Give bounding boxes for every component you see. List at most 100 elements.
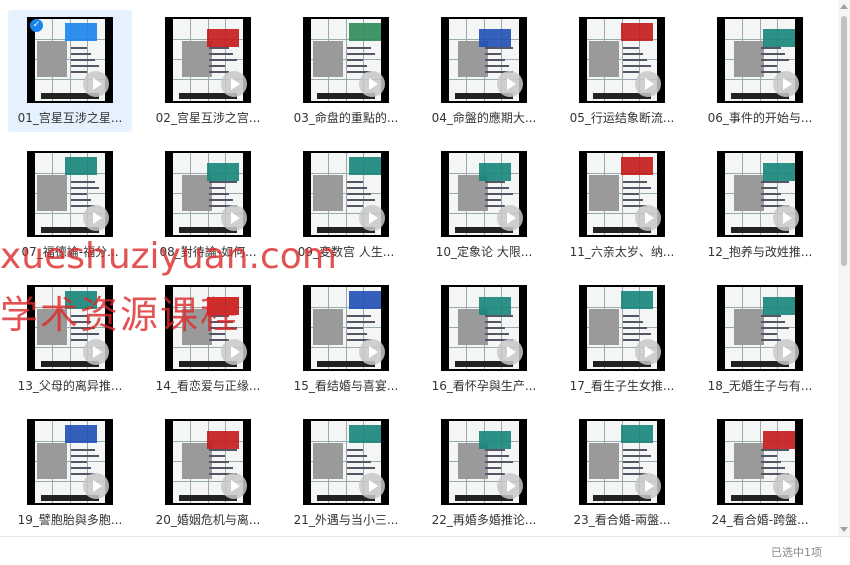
video-thumbnail[interactable] <box>27 285 113 371</box>
file-name-label: 04_命盤的應期大... <box>431 111 537 125</box>
play-icon[interactable] <box>497 339 523 365</box>
play-icon[interactable] <box>221 71 247 97</box>
play-icon[interactable] <box>83 205 109 231</box>
file-name-label: 10_定象论 大限... <box>435 245 533 259</box>
play-icon[interactable] <box>83 339 109 365</box>
video-thumbnail[interactable] <box>717 419 803 505</box>
video-thumbnail[interactable] <box>441 285 527 371</box>
play-icon[interactable] <box>359 71 385 97</box>
file-name-label: 17_看生子生女推... <box>569 379 675 393</box>
video-thumbnail[interactable] <box>579 419 665 505</box>
file-name-label: 20_婚姻危机与离... <box>155 513 261 527</box>
file-name-label: 16_看怀孕與生产... <box>431 379 537 393</box>
video-thumbnail[interactable] <box>579 151 665 237</box>
video-thumbnail[interactable] <box>303 17 389 103</box>
video-thumbnail[interactable] <box>579 17 665 103</box>
file-item[interactable]: 10_定象论 大限... <box>422 144 546 266</box>
scroll-up-arrow-icon[interactable] <box>840 4 848 9</box>
video-thumbnail[interactable] <box>441 419 527 505</box>
file-item[interactable]: 05_行运结象断流... <box>560 10 684 132</box>
file-item[interactable]: 24_看合婚-跨盤... <box>698 412 822 534</box>
file-name-label: 21_外遇与当小三... <box>293 513 399 527</box>
file-item[interactable]: 08_對待論-如何... <box>146 144 270 266</box>
video-thumbnail[interactable] <box>165 419 251 505</box>
file-name-label: 07_福德論-福分... <box>21 245 119 259</box>
play-icon[interactable] <box>773 473 799 499</box>
video-thumbnail[interactable] <box>27 419 113 505</box>
play-icon[interactable] <box>635 339 661 365</box>
vertical-scrollbar[interactable] <box>838 0 850 536</box>
file-item[interactable]: 16_看怀孕與生产... <box>422 278 546 400</box>
file-item[interactable]: 07_福德論-福分... <box>8 144 132 266</box>
play-icon[interactable] <box>635 205 661 231</box>
play-icon[interactable] <box>359 339 385 365</box>
video-thumbnail[interactable] <box>441 151 527 237</box>
video-thumbnail[interactable] <box>717 17 803 103</box>
play-icon[interactable] <box>497 473 523 499</box>
play-icon[interactable] <box>221 205 247 231</box>
video-thumbnail[interactable] <box>717 151 803 237</box>
file-item[interactable]: 11_六亲太岁、纳... <box>560 144 684 266</box>
file-item[interactable]: 09_变数宫 人生... <box>284 144 408 266</box>
scroll-down-arrow-icon[interactable] <box>840 527 848 532</box>
file-item[interactable]: 13_父母的离异推... <box>8 278 132 400</box>
file-item[interactable]: 18_无婚生子与有... <box>698 278 822 400</box>
file-name-label: 02_宫星互涉之宫... <box>155 111 261 125</box>
file-name-label: 15_看结婚与喜宴... <box>293 379 399 393</box>
play-icon[interactable] <box>83 71 109 97</box>
play-icon[interactable] <box>497 71 523 97</box>
play-icon[interactable] <box>497 205 523 231</box>
file-name-label: 14_看恋爱与正缘... <box>155 379 261 393</box>
video-thumbnail[interactable] <box>579 285 665 371</box>
file-name-label: 03_命盘的重點的... <box>293 111 399 125</box>
video-thumbnail[interactable] <box>441 17 527 103</box>
video-thumbnail[interactable] <box>165 151 251 237</box>
video-thumbnail[interactable] <box>165 285 251 371</box>
video-thumbnail[interactable] <box>303 285 389 371</box>
scrollbar-thumb[interactable] <box>841 16 847 266</box>
checkmark-icon[interactable]: ✓ <box>30 19 43 32</box>
status-bar: 已选中1项 <box>0 536 850 565</box>
video-thumbnail[interactable] <box>303 151 389 237</box>
video-thumbnail[interactable] <box>165 17 251 103</box>
play-icon[interactable] <box>221 473 247 499</box>
play-icon[interactable] <box>773 339 799 365</box>
file-item[interactable]: 22_再婚多婚推论... <box>422 412 546 534</box>
file-item[interactable]: 03_命盘的重點的... <box>284 10 408 132</box>
play-icon[interactable] <box>83 473 109 499</box>
file-item[interactable]: 06_事件的开始与... <box>698 10 822 132</box>
file-item[interactable]: 23_看合婚-兩盤... <box>560 412 684 534</box>
file-name-label: 18_无婚生子与有... <box>707 379 813 393</box>
play-icon[interactable] <box>773 71 799 97</box>
file-name-label: 19_譬胞胎與多胞... <box>17 513 123 527</box>
file-name-label: 13_父母的离异推... <box>17 379 123 393</box>
play-icon[interactable] <box>221 339 247 365</box>
file-name-label: 11_六亲太岁、纳... <box>569 245 675 259</box>
file-name-label: 12_抱养与改姓推... <box>707 245 813 259</box>
file-item[interactable]: 12_抱养与改姓推... <box>698 144 822 266</box>
play-icon[interactable] <box>773 205 799 231</box>
file-name-label: 23_看合婚-兩盤... <box>573 513 671 527</box>
file-item[interactable]: 04_命盤的應期大... <box>422 10 546 132</box>
file-grid: ✓ 01_宫星互涉之星... 02_宫星互涉之宫... 03_命盘的重點的... 04_… <box>0 0 838 536</box>
video-thumbnail[interactable] <box>303 419 389 505</box>
play-icon[interactable] <box>359 205 385 231</box>
video-thumbnail[interactable] <box>717 285 803 371</box>
file-item[interactable]: 20_婚姻危机与离... <box>146 412 270 534</box>
file-item[interactable]: 15_看结婚与喜宴... <box>284 278 408 400</box>
file-name-label: 05_行运结象断流... <box>569 111 675 125</box>
play-icon[interactable] <box>635 71 661 97</box>
play-icon[interactable] <box>635 473 661 499</box>
file-name-label: 22_再婚多婚推论... <box>431 513 537 527</box>
file-item[interactable]: 17_看生子生女推... <box>560 278 684 400</box>
file-name-label: 08_對待論-如何... <box>159 245 257 259</box>
file-name-label: 24_看合婚-跨盤... <box>711 513 809 527</box>
file-item[interactable]: 21_外遇与当小三... <box>284 412 408 534</box>
file-item[interactable]: 14_看恋爱与正缘... <box>146 278 270 400</box>
file-name-label: 09_变数宫 人生... <box>297 245 395 259</box>
video-thumbnail[interactable] <box>27 151 113 237</box>
play-icon[interactable] <box>359 473 385 499</box>
file-item[interactable]: ✓ 01_宫星互涉之星... <box>8 10 132 132</box>
file-item[interactable]: 02_宫星互涉之宫... <box>146 10 270 132</box>
file-item[interactable]: 19_譬胞胎與多胞... <box>8 412 132 534</box>
